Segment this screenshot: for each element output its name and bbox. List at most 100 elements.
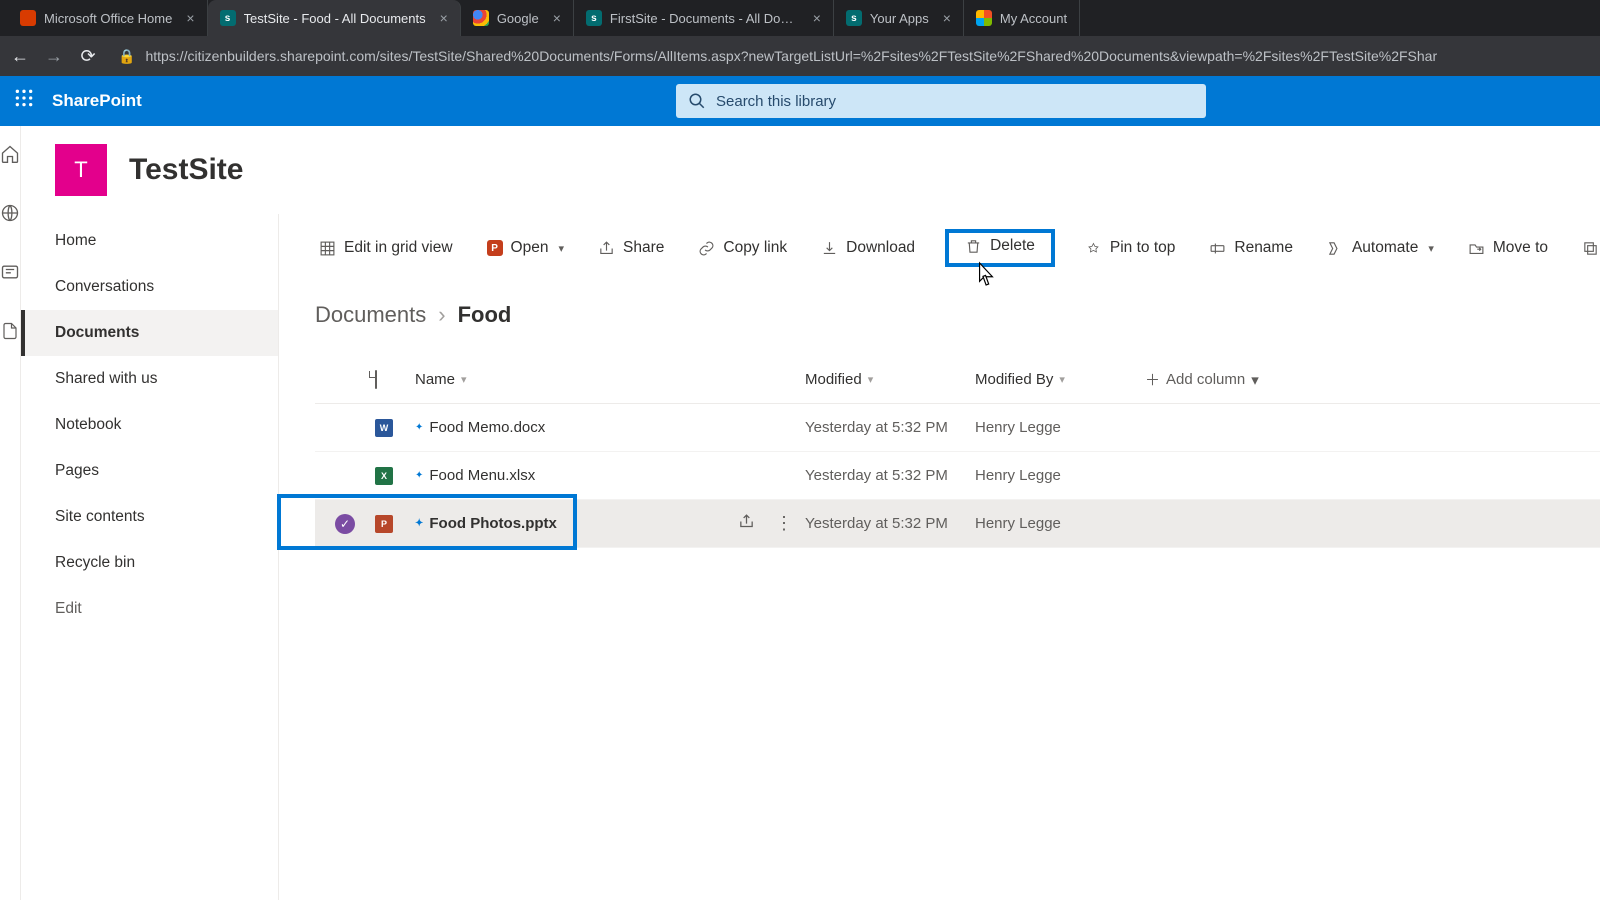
quick-launch: Home Conversations Documents Shared with…	[21, 214, 279, 900]
cmd-label: Rename	[1234, 239, 1293, 257]
excel-icon: X	[375, 467, 393, 485]
favicon-sharepoint: s	[586, 10, 602, 26]
tab-strip: Microsoft Office Home × s TestSite - Foo…	[0, 0, 1600, 36]
plus-icon: ＋	[1145, 369, 1160, 390]
app-main: T TestSite Home Conversations Documents …	[21, 126, 1600, 900]
powerpoint-icon: P	[487, 240, 503, 256]
search-box[interactable]	[676, 84, 1206, 118]
trash-icon	[965, 238, 982, 255]
home-icon[interactable]	[0, 144, 20, 169]
ql-home[interactable]: Home	[21, 218, 278, 264]
ql-notebook[interactable]: Notebook	[21, 402, 278, 448]
download-button[interactable]: Download	[817, 233, 919, 263]
site-title[interactable]: TestSite	[129, 153, 243, 187]
ql-edit[interactable]: Edit	[21, 586, 278, 632]
edit-grid-button[interactable]: Edit in grid view	[315, 233, 457, 263]
new-indicator-icon: ✦	[415, 422, 423, 433]
url-text: https://citizenbuilders.sharepoint.com/s…	[145, 48, 1437, 64]
delete-button[interactable]: Delete	[945, 229, 1055, 267]
app-launcher-icon[interactable]	[14, 88, 34, 114]
add-column-button[interactable]: ＋Add column▾	[1145, 369, 1345, 390]
address-bar-row: ← → ⟳ 🔒 https://citizenbuilders.sharepoi…	[0, 36, 1600, 76]
tab-sharepoint-firstsite[interactable]: s FirstSite - Documents - All Docu… ×	[574, 0, 834, 36]
table-row[interactable]: X ✦Food Menu.xlsx Yesterday at 5:32 PM H…	[315, 452, 1600, 500]
pin-icon	[1085, 240, 1102, 257]
cmd-label: Copy link	[723, 239, 787, 257]
ql-recyclebin[interactable]: Recycle bin	[21, 540, 278, 586]
site-header: T TestSite	[21, 126, 1600, 214]
move-button[interactable]: Move to	[1464, 233, 1552, 263]
table-row[interactable]: W ✦Food Memo.docx Yesterday at 5:32 PM H…	[315, 404, 1600, 452]
app-body: T TestSite Home Conversations Documents …	[0, 126, 1600, 900]
forward-button[interactable]: →	[44, 46, 64, 67]
back-button[interactable]: ←	[10, 46, 30, 67]
file-name[interactable]: ✦Food Photos.pptx	[415, 515, 745, 532]
tab-title: My Account	[1000, 11, 1067, 26]
ql-documents[interactable]: Documents	[21, 310, 278, 356]
modified-cell: Yesterday at 5:32 PM	[805, 419, 975, 436]
tab-yourapps[interactable]: s Your Apps ×	[834, 0, 964, 36]
app-rail	[0, 126, 21, 900]
suite-brand[interactable]: SharePoint	[52, 91, 142, 111]
open-button[interactable]: P Open ▾	[483, 233, 568, 263]
reload-button[interactable]: ⟳	[78, 46, 98, 67]
breadcrumb-current: Food	[458, 302, 512, 328]
site-two-col: Home Conversations Documents Shared with…	[21, 214, 1600, 900]
breadcrumb-root[interactable]: Documents	[315, 302, 426, 328]
files-icon[interactable]	[1, 321, 19, 346]
share-icon[interactable]	[738, 513, 755, 534]
table-row-selected[interactable]: ✓ P ✦Food Photos.pptx ⋮ Yesterday at 5:3…	[315, 500, 1600, 548]
ql-sitecontents[interactable]: Site contents	[21, 494, 278, 540]
flow-icon	[1327, 240, 1344, 257]
cmd-label: Automate	[1352, 239, 1418, 257]
new-indicator-icon: ✦	[415, 518, 423, 529]
file-name[interactable]: ✦Food Memo.docx	[415, 419, 745, 436]
copy-button[interactable]: Copy to	[1578, 233, 1600, 263]
share-button[interactable]: Share	[594, 233, 668, 263]
favicon-ms	[976, 10, 992, 26]
cmd-label: Delete	[990, 237, 1035, 255]
site-logo[interactable]: T	[55, 144, 107, 196]
close-icon[interactable]: ×	[943, 10, 951, 26]
cursor-icon	[975, 261, 997, 287]
filetype-column-icon[interactable]	[375, 371, 415, 388]
copy-link-button[interactable]: Copy link	[694, 233, 791, 263]
ql-pages[interactable]: Pages	[21, 448, 278, 494]
close-icon[interactable]: ×	[186, 10, 194, 26]
close-icon[interactable]: ×	[440, 10, 448, 26]
share-icon	[598, 240, 615, 257]
automate-button[interactable]: Automate ▾	[1323, 233, 1438, 263]
modified-column[interactable]: Modified▾	[805, 371, 975, 388]
chevron-down-icon: ▾	[868, 373, 874, 386]
ql-conversations[interactable]: Conversations	[21, 264, 278, 310]
close-icon[interactable]: ×	[813, 10, 821, 26]
search-icon	[688, 92, 706, 110]
tab-office[interactable]: Microsoft Office Home ×	[8, 0, 208, 36]
breadcrumb: Documents › Food	[315, 302, 1600, 328]
tab-google[interactable]: Google ×	[461, 0, 574, 36]
table-header: Name▾ Modified▾ Modified By▾ ＋Add column…	[315, 356, 1600, 404]
modifiedby-column[interactable]: Modified By▾	[975, 371, 1145, 388]
more-icon[interactable]: ⋮	[775, 513, 793, 534]
rename-button[interactable]: Rename	[1205, 233, 1297, 263]
pin-button[interactable]: Pin to top	[1081, 233, 1180, 263]
search-input[interactable]	[716, 93, 1194, 110]
grid-icon	[319, 240, 336, 257]
news-icon[interactable]	[0, 262, 20, 287]
url-bar[interactable]: 🔒 https://citizenbuilders.sharepoint.com…	[112, 48, 1590, 65]
close-icon[interactable]: ×	[553, 10, 561, 26]
ql-shared[interactable]: Shared with us	[21, 356, 278, 402]
selected-check-icon[interactable]: ✓	[335, 514, 355, 534]
name-column[interactable]: Name▾	[415, 371, 745, 388]
globe-icon[interactable]	[0, 203, 20, 228]
tab-title: Microsoft Office Home	[44, 11, 172, 26]
modified-cell: Yesterday at 5:32 PM	[805, 467, 975, 484]
tab-title: FirstSite - Documents - All Docu…	[610, 11, 799, 26]
tab-sharepoint-testsite[interactable]: s TestSite - Food - All Documents ×	[208, 0, 461, 36]
tab-myaccount[interactable]: My Account	[964, 0, 1080, 36]
suite-header: SharePoint	[0, 76, 1600, 126]
chevron-down-icon: ▾	[1251, 371, 1259, 389]
file-name[interactable]: ✦Food Menu.xlsx	[415, 467, 745, 484]
favicon-google	[473, 10, 489, 26]
copy-icon	[1582, 240, 1599, 257]
